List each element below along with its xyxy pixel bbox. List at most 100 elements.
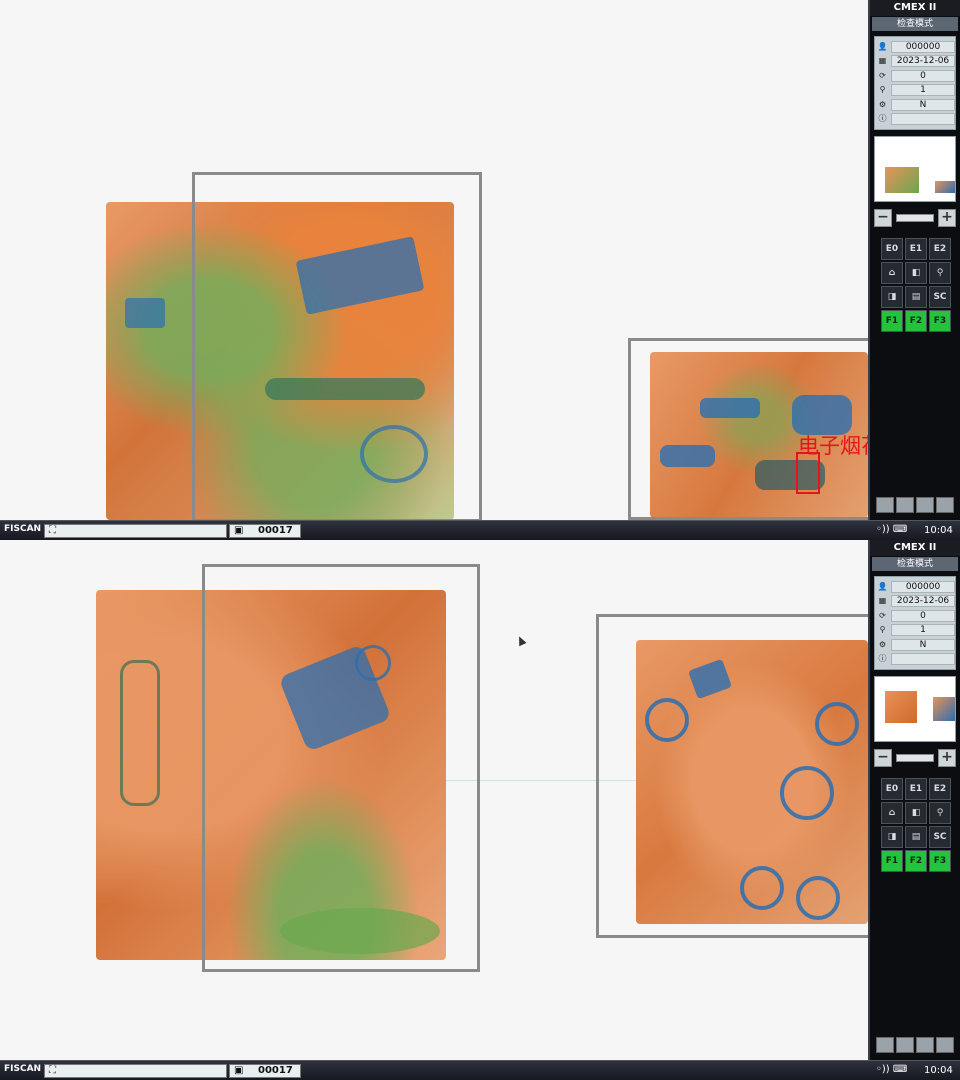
scan-frame-right xyxy=(596,614,868,938)
f3-button[interactable]: F3 xyxy=(929,310,951,332)
e2-button[interactable]: E2 xyxy=(929,778,951,800)
f2-button[interactable]: F2 xyxy=(905,310,927,332)
operator-id: 000000 xyxy=(891,581,955,593)
thumbnail-bag-left xyxy=(885,167,919,193)
split-button[interactable]: ◨ xyxy=(881,826,903,848)
e0-button[interactable]: E0 xyxy=(881,778,903,800)
keyboard-button[interactable]: ▤ xyxy=(905,286,927,308)
bag-icon: ▣ xyxy=(234,1065,244,1076)
e0-button[interactable]: E0 xyxy=(881,238,903,260)
info-row-zoom: ⚲ 1 xyxy=(877,84,955,97)
user-icon: 👤 xyxy=(877,42,888,51)
e2-button[interactable]: E2 xyxy=(929,238,951,260)
bag-icon: ▣ xyxy=(234,525,244,536)
home-button[interactable]: ⌂ xyxy=(881,802,903,824)
tool-icon[interactable] xyxy=(896,497,914,513)
info-row-count: ⟳ 0 xyxy=(877,70,955,83)
invert-button[interactable]: ◧ xyxy=(905,262,927,284)
f2-button[interactable]: F2 xyxy=(905,850,927,872)
zoom-in-button[interactable]: + xyxy=(938,209,956,227)
xray-view-bottom[interactable] xyxy=(0,540,868,1060)
bottom-toolbar xyxy=(874,497,958,515)
taskbar: FISCAN ⛶ ▣ 00017 ◦)) ⌨ 10:04 xyxy=(0,520,960,540)
zoom-level: 1 xyxy=(891,84,955,96)
f1-button[interactable]: F1 xyxy=(881,850,903,872)
scanner-icon: ⚙ xyxy=(878,640,887,649)
info-row-count: ⟳ 0 xyxy=(877,610,955,623)
counter-icon: ⟳ xyxy=(879,611,886,620)
info-row-operator: 👤 000000 xyxy=(877,41,955,54)
detection-label: 电子烟花0.29 xyxy=(798,434,868,458)
calendar-icon: ▦ xyxy=(878,596,887,605)
zoom-out-button[interactable]: − xyxy=(874,209,892,227)
magnifier-icon: ⚲ xyxy=(879,625,886,634)
tool-icon[interactable] xyxy=(876,497,894,513)
bag-count-field: ▣ 00017 xyxy=(229,1064,301,1078)
magnify-button[interactable]: ⚲ xyxy=(929,802,951,824)
zoom-out-button[interactable]: − xyxy=(874,749,892,767)
home-button[interactable]: ⌂ xyxy=(881,262,903,284)
e1-button[interactable]: E1 xyxy=(905,238,927,260)
tool-icon[interactable] xyxy=(876,1037,894,1053)
clock: 10:04 xyxy=(924,525,953,536)
scan-thumbnail[interactable] xyxy=(874,136,956,202)
tool-icon[interactable] xyxy=(936,1037,954,1053)
tool-icon[interactable] xyxy=(916,1037,934,1053)
thumbnail-bag-left xyxy=(885,691,917,723)
magnify-button[interactable]: ⚲ xyxy=(929,262,951,284)
taskbar-search-field[interactable]: ⛶ xyxy=(44,1064,227,1078)
tool-icon[interactable] xyxy=(916,497,934,513)
zoom-control: − + xyxy=(874,209,956,227)
info-panel: 👤 000000 ▦ 2023-12-06 ⟳ 0 ⚲ 1 ⚙ N ⓘ xyxy=(874,36,956,130)
calendar-icon: ▦ xyxy=(878,56,887,65)
info-row-status: ⚙ N xyxy=(877,99,955,112)
e1-button[interactable]: E1 xyxy=(905,778,927,800)
sc-button[interactable]: SC xyxy=(929,826,951,848)
zoom-in-button[interactable]: + xyxy=(938,749,956,767)
sc-button[interactable]: SC xyxy=(929,286,951,308)
info-row-date: ▦ 2023-12-06 xyxy=(877,55,955,68)
bottom-workstation: CMEX II 检查模式 👤 000000 ▦ 2023-12-06 ⟳ 0 ⚲ 1 ⚙… xyxy=(0,540,960,1080)
app-brand: CMEX II xyxy=(870,540,960,556)
scan-count: 0 xyxy=(891,70,955,82)
sidebar: CMEX II 检查模式 👤 000000 ▦ 2023-12-06 ⟳ 0 ⚲ 1 ⚙… xyxy=(868,0,960,520)
keyboard-button[interactable]: ▤ xyxy=(905,826,927,848)
metal-object xyxy=(120,660,160,806)
taskbar: FISCAN ⛶ ▣ 00017 ◦)) ⌨ 10:04 xyxy=(0,1060,960,1080)
scan-frame-left xyxy=(202,564,480,972)
scan-count: 0 xyxy=(891,610,955,622)
tray-icons[interactable]: ◦)) ⌨ xyxy=(876,1063,907,1077)
f3-button[interactable]: F3 xyxy=(929,850,951,872)
info-panel: 👤 000000 ▦ 2023-12-06 ⟳ 0 ⚲ 1 ⚙ N ⓘ xyxy=(874,576,956,670)
operator-id: 000000 xyxy=(891,41,955,53)
tool-icon[interactable] xyxy=(936,497,954,513)
xray-view-top[interactable]: 电子烟花0.29 xyxy=(0,0,868,520)
split-button[interactable]: ◨ xyxy=(881,286,903,308)
scanner-status: N xyxy=(891,99,955,111)
bag-count: 00017 xyxy=(258,525,293,536)
magnifier-icon: ⚲ xyxy=(879,85,886,94)
f1-button[interactable]: F1 xyxy=(881,310,903,332)
zoom-slider[interactable] xyxy=(896,754,934,762)
taskbar-search-field[interactable]: ⛶ xyxy=(44,524,227,538)
mode-label: 检查模式 xyxy=(872,557,958,571)
scan-thumbnail[interactable] xyxy=(874,676,956,742)
expand-icon: ⛶ xyxy=(49,525,56,536)
zoom-control: − + xyxy=(874,749,956,767)
scan-frame-left xyxy=(192,172,482,520)
zoom-slider[interactable] xyxy=(896,214,934,222)
invert-button[interactable]: ◧ xyxy=(905,802,927,824)
top-workstation: 电子烟花0.29 CMEX II 检查模式 👤000000 ▦ 2023-12-0… xyxy=(0,0,960,540)
tool-icon[interactable] xyxy=(896,1037,914,1053)
taskbar-brand: FISCAN xyxy=(4,524,42,534)
expand-icon: ⛶ xyxy=(49,1065,56,1076)
bag-count-field: ▣ 00017 xyxy=(229,524,301,538)
scanner-status: N xyxy=(891,639,955,651)
tray-icons[interactable]: ◦)) ⌨ xyxy=(876,523,907,537)
scan-date: 2023-12-06 xyxy=(891,55,955,67)
sidebar: CMEX II 检查模式 👤 000000 ▦ 2023-12-06 ⟳ 0 ⚲ 1 ⚙… xyxy=(868,540,960,1060)
info-value xyxy=(891,653,955,665)
info-row-date: ▦ 2023-12-06 xyxy=(877,595,955,608)
info-row-operator: 👤 000000 xyxy=(877,581,955,594)
zoom-level: 1 xyxy=(891,624,955,636)
